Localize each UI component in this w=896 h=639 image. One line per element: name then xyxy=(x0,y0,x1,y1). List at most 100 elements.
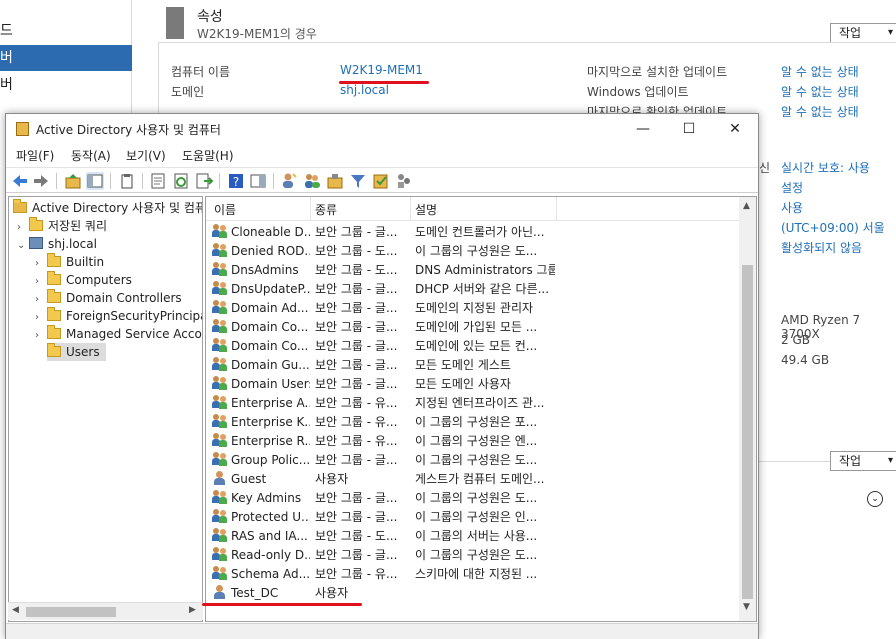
tree-domain[interactable]: ⌄ shj.local xyxy=(17,235,97,253)
table-row[interactable]: Group Polic... 보안 그룹 - 글... 이 그룹의 구성원은 도..… xyxy=(206,451,741,470)
column-description-header[interactable]: 설명 xyxy=(415,201,437,218)
table-row[interactable]: Enterprise A... 보안 그룹 - 유... 지정된 엔터프라이즈 관.… xyxy=(206,394,741,413)
list-vertical-scrollbar[interactable]: ▲ ▼ xyxy=(739,197,756,621)
group-icon xyxy=(212,566,228,580)
new-ou-icon[interactable] xyxy=(326,172,344,190)
computer-name-label: 컴퓨터 이름 xyxy=(171,65,231,79)
group-icon xyxy=(212,414,228,428)
table-row[interactable]: Domain Gu... 보안 그룹 - 글... 모든 도메인 게스트 xyxy=(206,356,741,375)
description-cell: DNS Administrators 그룹 xyxy=(415,263,555,277)
table-row[interactable]: DnsUpdateP... 보안 그룹 - 글... DHCP 서버와 같은 다른.… xyxy=(206,280,741,299)
table-row[interactable]: Domain Co... 보안 그룹 - 글... 도메인에 가입된 모든 ... xyxy=(206,318,741,337)
aduc-app-icon xyxy=(16,122,29,136)
domain-link[interactable]: shj.local xyxy=(340,83,389,97)
feedback-link[interactable]: 설정 xyxy=(781,179,803,196)
group-icon xyxy=(212,433,228,447)
menu-bar: 파일(F) 동작(A) 보기(V) 도움말(H) xyxy=(6,144,758,166)
maximize-button[interactable]: ☐ xyxy=(666,114,712,144)
minimize-button[interactable]: — xyxy=(620,114,666,144)
help-icon[interactable]: ? xyxy=(227,172,245,190)
export-list-icon[interactable] xyxy=(195,172,213,190)
menu-action[interactable]: 동작(A) xyxy=(71,147,111,164)
properties-icon[interactable] xyxy=(149,172,167,190)
computer-name-link[interactable]: W2K19-MEM1 xyxy=(340,63,423,77)
column-name-header[interactable]: 이름 xyxy=(214,201,236,218)
column-divider[interactable] xyxy=(410,197,411,221)
last-checked-link[interactable]: 알 수 없는 상태 xyxy=(781,103,859,120)
menu-help[interactable]: 도움말(H) xyxy=(182,147,234,164)
scroll-thumb[interactable] xyxy=(26,607,116,617)
tree-users[interactable]: Users xyxy=(47,343,106,361)
column-divider[interactable] xyxy=(556,197,557,221)
table-row[interactable]: Protected U... 보안 그룹 - 글... 이 그룹의 구성원은 인..… xyxy=(206,508,741,527)
collapse-icon[interactable]: ⌄ xyxy=(17,237,29,255)
table-row[interactable]: Cloneable D... 보안 그룹 - 글... 도메인 컨트롤러가 아닌..… xyxy=(206,223,741,242)
nav-item-selected[interactable]: 버 xyxy=(0,45,132,71)
table-row[interactable]: Domain Ad... 보안 그룹 - 글... 도메인의 지정된 관리자 xyxy=(206,299,741,318)
tree-foreign-security-principals[interactable]: › ForeignSecurityPrincipals xyxy=(35,307,202,325)
table-row[interactable]: DnsAdmins 보안 그룹 - 도... DNS Administrators … xyxy=(206,261,741,280)
new-user-icon[interactable] xyxy=(280,172,298,190)
console-tree-icon[interactable] xyxy=(86,172,104,190)
tree-root[interactable]: Active Directory 사용자 및 컴퓨터 xyxy=(13,199,202,217)
scroll-right-icon[interactable]: ▶ xyxy=(189,605,196,615)
refresh-icon[interactable] xyxy=(172,172,190,190)
up-folder-icon[interactable] xyxy=(64,172,82,190)
filter-icon[interactable] xyxy=(349,172,367,190)
show-pane-icon[interactable] xyxy=(249,172,267,190)
column-divider[interactable] xyxy=(310,197,311,221)
ie-esc-link[interactable]: 사용 xyxy=(781,199,803,216)
menu-file[interactable]: 파일(F) xyxy=(16,147,54,164)
timezone-link[interactable]: (UTC+09:00) 서울 xyxy=(781,219,885,236)
folder-icon xyxy=(47,271,61,285)
table-row[interactable]: Guest 사용자 게스트가 컴퓨터 도메인... xyxy=(206,470,741,489)
tree-domain-controllers[interactable]: › Domain Controllers xyxy=(35,289,182,307)
activation-link[interactable]: 활성화되지 않음 xyxy=(781,239,862,256)
back-arrow-icon[interactable] xyxy=(11,172,29,190)
forward-arrow-icon[interactable] xyxy=(32,172,50,190)
annotation-underline xyxy=(202,603,362,606)
close-button[interactable]: ✕ xyxy=(712,114,758,144)
column-type-header[interactable]: 종류 xyxy=(315,201,337,218)
table-row[interactable]: Enterprise R... 보안 그룹 - 유... 이 그룹의 구성원은 엔.… xyxy=(206,432,741,451)
last-installed-link[interactable]: 알 수 없는 상태 xyxy=(781,63,859,80)
description-cell: 이 그룹의 구성원은 도... xyxy=(415,548,538,562)
scroll-left-icon[interactable]: ◀ xyxy=(12,605,19,615)
find-icon[interactable] xyxy=(372,172,390,190)
tasks-dropdown[interactable]: 작업 xyxy=(830,23,896,43)
tree-builtin[interactable]: › Builtin xyxy=(35,253,104,271)
table-row[interactable]: Denied ROD... 보안 그룹 - 도... 이 그룹의 구성원은 도... xyxy=(206,242,741,261)
new-group-icon[interactable] xyxy=(303,172,321,190)
table-row[interactable]: Key Admins 보안 그룹 - 글... 이 그룹의 구성원은 도... xyxy=(206,489,741,508)
scroll-thumb[interactable] xyxy=(742,265,753,599)
type-cell: 보안 그룹 - 글... xyxy=(315,453,398,467)
table-row[interactable]: Domain Co... 보안 그룹 - 글... 도메인에 있는 모든 컨... xyxy=(206,337,741,356)
table-row[interactable]: Enterprise K... 보안 그룹 - 유... 이 그룹의 구성원은 포.… xyxy=(206,413,741,432)
tree-saved-queries[interactable]: › 저장된 쿼리 xyxy=(17,217,107,235)
scroll-down-icon[interactable]: ▼ xyxy=(743,602,750,612)
add-to-group-icon[interactable] xyxy=(395,172,413,190)
table-row[interactable]: Schema Ad... 보안 그룹 - 유... 스키마에 대한 지정된 ... xyxy=(206,565,741,584)
expand-circle-icon[interactable]: ⌄ xyxy=(867,491,883,507)
nav-item[interactable]: 버 xyxy=(0,72,132,98)
tree-managed-service-accounts[interactable]: ›Managed Service Accounts xyxy=(35,325,202,345)
clipboard-icon[interactable] xyxy=(118,172,136,190)
windows-update-link[interactable]: 알 수 없는 상태 xyxy=(781,83,859,100)
scroll-up-icon[interactable]: ▲ xyxy=(743,201,750,211)
description-cell: 스키마에 대한 지정된 ... xyxy=(415,567,538,581)
table-row[interactable]: RAS and IA... 보안 그룹 - 도... 이 그룹의 서버는 사용... xyxy=(206,527,741,546)
user-icon xyxy=(212,471,228,485)
tree-computers[interactable]: › Computers xyxy=(35,271,132,289)
name-cell: Cloneable D... xyxy=(212,223,310,242)
last-installed-label: 마지막으로 설치한 업데이트 xyxy=(587,65,728,79)
toolbar-separator xyxy=(56,173,57,189)
table-row[interactable]: Read-only D... 보안 그룹 - 글... 이 그룹의 구성원은 도..… xyxy=(206,546,741,565)
tree-horizontal-scrollbar[interactable]: ◀ ▶ xyxy=(8,602,203,620)
menu-view[interactable]: 보기(V) xyxy=(126,147,166,164)
nav-item[interactable]: 드 xyxy=(0,18,132,44)
table-row[interactable]: Test_DC 사용자 xyxy=(206,584,741,603)
tasks-dropdown-2[interactable]: 작업 xyxy=(830,451,896,471)
defender-link[interactable]: 실시간 보호: 사용 xyxy=(781,159,870,176)
table-row[interactable]: Domain Users 보안 그룹 - 글... 모든 도메인 사용자 xyxy=(206,375,741,394)
expand-icon[interactable]: › xyxy=(35,327,47,345)
